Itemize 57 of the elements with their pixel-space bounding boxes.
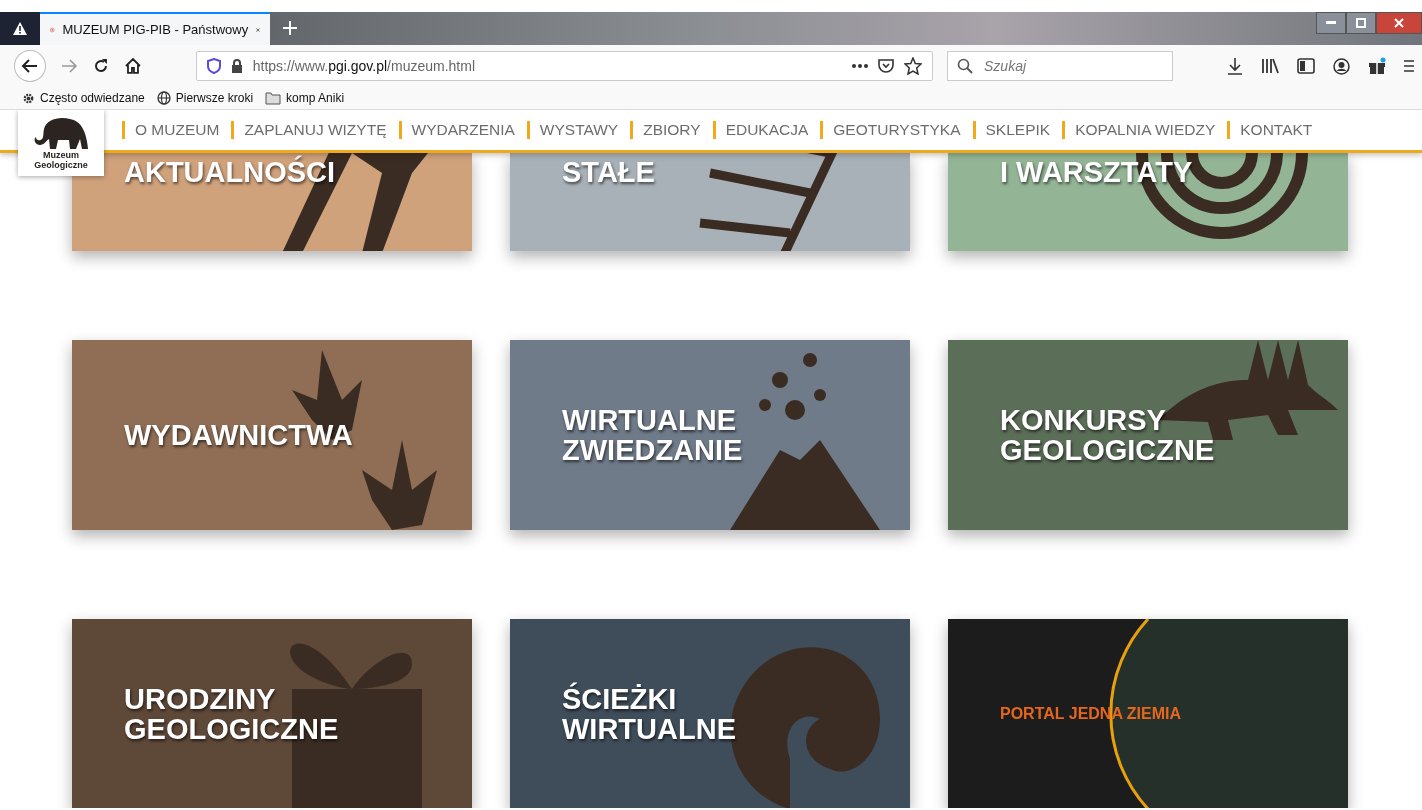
library-icon[interactable] bbox=[1261, 58, 1279, 74]
close-icon bbox=[1394, 18, 1404, 28]
download-icon[interactable] bbox=[1227, 57, 1243, 75]
nav-link[interactable]: WYSTAWY bbox=[539, 121, 619, 139]
category-tile[interactable]: URODZINY GEOLOGICZNE bbox=[72, 619, 472, 808]
browser-tab[interactable]: MUZEUM PIG-PIB - Państwowy bbox=[40, 12, 270, 45]
new-tab-icon[interactable] bbox=[282, 20, 298, 36]
tile-label: WIRTUALNE ZWIEDZANIE bbox=[562, 404, 744, 466]
home-icon[interactable] bbox=[123, 57, 142, 75]
nav-link[interactable]: ZBIORY bbox=[643, 121, 701, 139]
nav-link[interactable]: ZAPLANUJ WIZYTĘ bbox=[244, 121, 387, 139]
nav-link[interactable]: KONTAKT bbox=[1240, 121, 1313, 139]
category-tile[interactable]: WYDAWNICTWA bbox=[72, 340, 472, 530]
shield-icon bbox=[206, 58, 221, 74]
pocket-icon[interactable] bbox=[878, 58, 894, 74]
account-icon[interactable] bbox=[1333, 57, 1350, 75]
back-button[interactable] bbox=[14, 50, 46, 82]
sidebar-icon[interactable] bbox=[1297, 58, 1315, 74]
museum-logo[interactable]: Muzeum Geologiczne bbox=[18, 110, 104, 176]
globe-icon bbox=[156, 91, 171, 105]
tile-label: URODZINY GEOLOGICZNE bbox=[124, 683, 340, 745]
nav-link[interactable]: GEOTURYSTYKA bbox=[833, 121, 961, 139]
warning-icon[interactable] bbox=[0, 12, 40, 45]
nav-link[interactable]: SKLEPIK bbox=[985, 121, 1051, 139]
category-tile[interactable]: ŚCIEŻKI WIRTUALNE bbox=[510, 619, 910, 808]
close-window-button[interactable] bbox=[1376, 12, 1422, 34]
minimize-button[interactable] bbox=[1316, 12, 1346, 34]
menu-icon[interactable] bbox=[1404, 59, 1414, 73]
nav-link[interactable]: EDUKACJA bbox=[725, 121, 809, 139]
tile-label: STAŁE bbox=[562, 157, 656, 188]
nav-link[interactable]: WYDARZENIA bbox=[411, 121, 515, 139]
nav-link[interactable]: O MUZEUM bbox=[135, 121, 220, 139]
bookmark-item[interactable]: komp Aniki bbox=[265, 91, 345, 105]
forward-icon[interactable] bbox=[59, 57, 78, 75]
category-tile[interactable]: WIRTUALNE ZWIEDZANIE bbox=[510, 340, 910, 530]
bookmark-item[interactable]: Pierwsze kroki bbox=[156, 91, 254, 105]
back-arrow-icon bbox=[20, 57, 39, 75]
url-text: https://www.pgi.gov.pl/muzeum.html bbox=[252, 58, 475, 74]
gift-icon[interactable] bbox=[1368, 57, 1386, 75]
nav-link[interactable]: KOPALNIA WIEDZY bbox=[1075, 121, 1216, 139]
search-field[interactable]: Szukaj bbox=[947, 51, 1173, 81]
gear-icon bbox=[22, 91, 35, 105]
tab-title: MUZEUM PIG-PIB - Państwowy bbox=[62, 22, 249, 37]
category-tile[interactable]: KONKURSY GEOLOGICZNE bbox=[948, 340, 1348, 530]
tile-label: WYDAWNICTWA bbox=[124, 419, 354, 451]
search-icon bbox=[957, 58, 973, 74]
tile-label: ŚCIEŻKI WIRTUALNE bbox=[562, 683, 737, 745]
more-icon[interactable] bbox=[852, 64, 868, 68]
bookmark-item[interactable]: Często odwiedzane bbox=[22, 91, 145, 105]
lock-icon bbox=[230, 59, 243, 73]
address-bar[interactable]: https://www.pgi.gov.pl/muzeum.html bbox=[195, 51, 933, 81]
minimize-icon bbox=[1326, 21, 1336, 25]
folder-icon bbox=[265, 91, 282, 105]
maximize-button[interactable] bbox=[1346, 12, 1376, 34]
tile-label: KONKURSY GEOLOGICZNE bbox=[1000, 404, 1216, 466]
maximize-icon bbox=[1356, 18, 1366, 28]
star-icon[interactable] bbox=[904, 57, 922, 75]
